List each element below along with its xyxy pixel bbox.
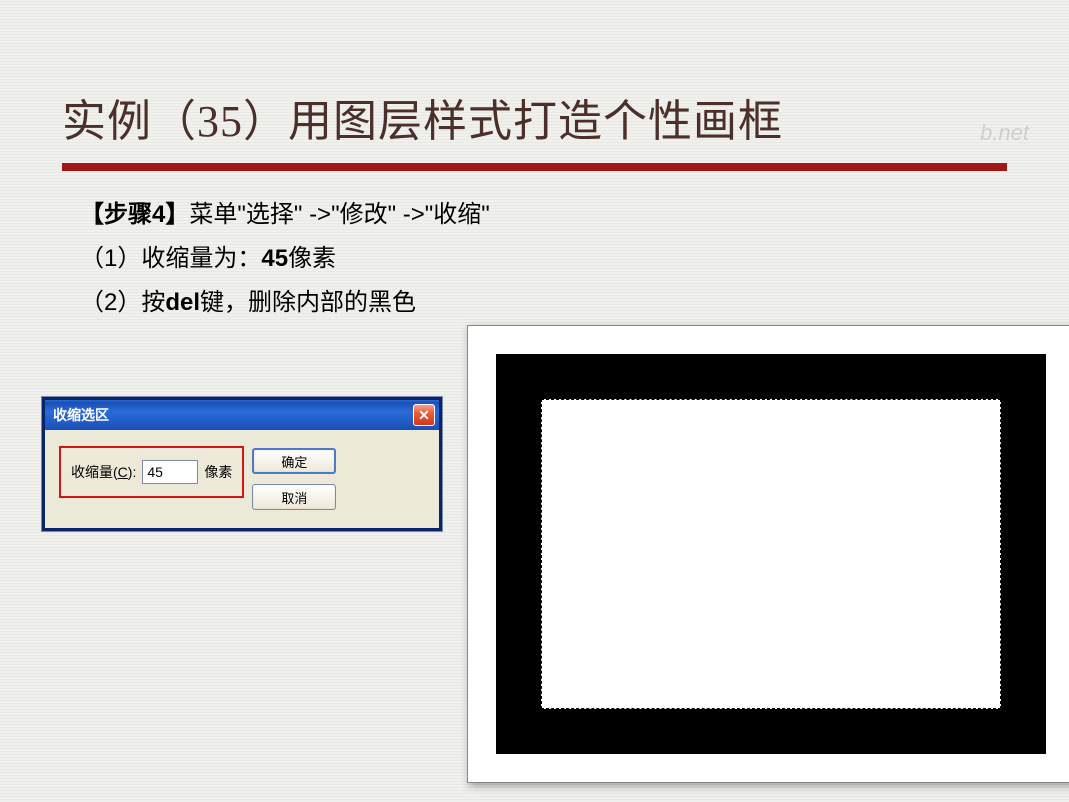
dialog-title: 收缩选区 — [53, 405, 109, 425]
step2-suffix: 像素 — [288, 245, 336, 272]
step-line-1: 【步骤4】菜单"选择" ->"修改" ->"收缩" — [80, 193, 1007, 237]
title-underline — [62, 163, 1007, 171]
contract-field-group: 收缩量(C): 像素 — [59, 446, 244, 498]
contract-dialog: 收缩选区 ✕ 收缩量(C): 像素 确定 取消 — [42, 397, 442, 531]
field-label: 收缩量(C): — [71, 462, 136, 482]
close-icon: ✕ — [418, 407, 430, 424]
contract-amount-input[interactable] — [142, 460, 198, 484]
step3-suffix: 键，删除内部的黑色 — [200, 289, 416, 316]
field-label-post: ): — [128, 464, 137, 480]
dialog-titlebar[interactable]: 收缩选区 ✕ — [45, 400, 439, 430]
field-unit: 像素 — [204, 462, 232, 482]
step2-prefix: （1）收缩量为： — [80, 245, 261, 272]
frame-inner-selection — [541, 399, 1001, 709]
dialog-buttons: 确定 取消 — [252, 448, 336, 510]
step3-prefix: （2）按 — [80, 289, 165, 316]
field-label-pre: 收缩量( — [71, 464, 118, 480]
body-text: 【步骤4】菜单"选择" ->"修改" ->"收缩" （1）收缩量为：45像素 （… — [62, 193, 1007, 325]
step-prefix: 【步骤4】 — [80, 201, 189, 228]
field-hotkey: C — [118, 464, 128, 480]
close-button[interactable]: ✕ — [413, 404, 435, 426]
ok-button[interactable]: 确定 — [252, 448, 336, 474]
step3-key: del — [165, 289, 200, 316]
step2-value: 45 — [261, 245, 288, 272]
cancel-button[interactable]: 取消 — [252, 484, 336, 510]
dialog-body: 收缩量(C): 像素 确定 取消 — [45, 430, 439, 528]
slide-title: 实例（35）用图层样式打造个性画框 — [62, 85, 1007, 149]
step-line-2: （1）收缩量为：45像素 — [80, 237, 1007, 281]
step-rest: 菜单"选择" ->"修改" ->"收缩" — [189, 201, 489, 228]
step-line-3: （2）按del键，删除内部的黑色 — [80, 281, 1007, 325]
result-preview — [467, 325, 1069, 783]
